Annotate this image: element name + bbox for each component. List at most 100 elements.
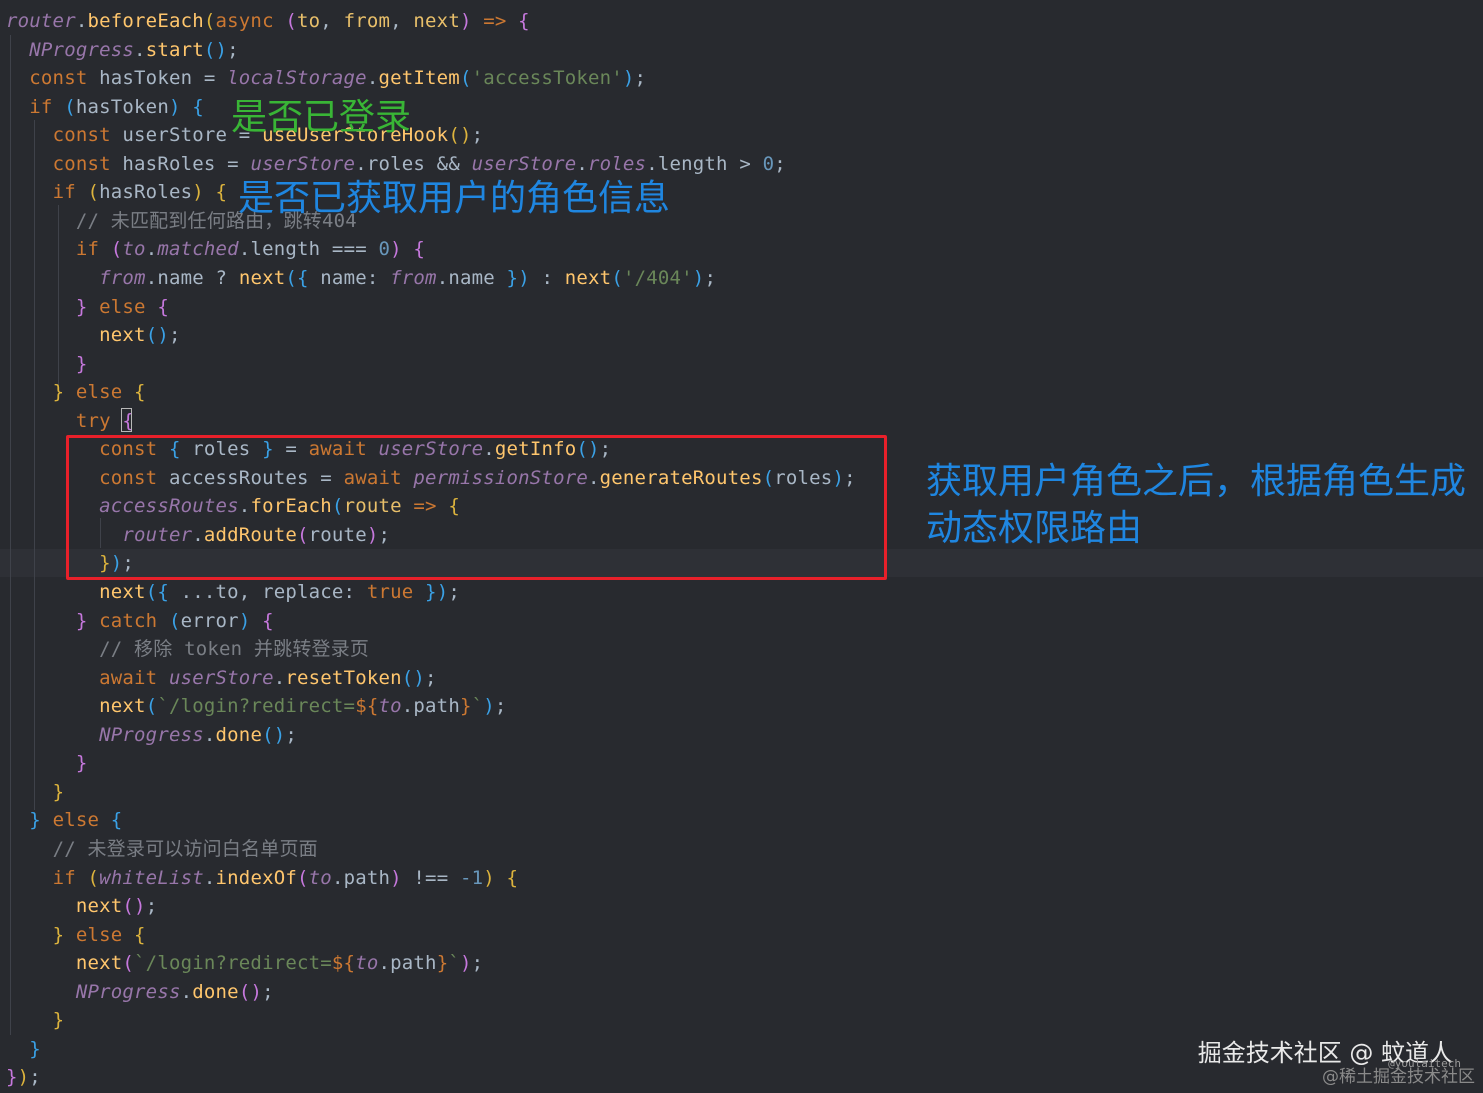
code-token: ( xyxy=(87,866,100,889)
code-token: } xyxy=(6,1066,18,1089)
code-token: . xyxy=(203,723,216,746)
annotation-dynamic-routes-line2: 动态权限路由 xyxy=(926,508,1143,549)
code-token: if xyxy=(29,95,53,118)
code-token: . xyxy=(134,38,146,61)
code-token: () xyxy=(262,723,286,746)
code-token: next xyxy=(99,581,146,603)
code-line: // 移除 token 并跳转登录页 xyxy=(6,635,369,663)
code-token: `/login?redirect= xyxy=(134,952,332,975)
code-line: if (to.matched.length === 0) { xyxy=(6,235,425,263)
code-token: ( xyxy=(297,866,309,889)
code-token: } xyxy=(75,295,88,318)
code-token: } xyxy=(29,1037,41,1060)
code-token: ( xyxy=(168,609,181,632)
code-token: done xyxy=(192,980,239,1003)
code-token: .name xyxy=(436,266,507,289)
code-token: () xyxy=(238,980,263,1003)
code-token: ( xyxy=(203,10,216,32)
code-token: else xyxy=(75,923,123,946)
code-line: next({ ...to, replace: true }); xyxy=(6,578,460,606)
code-token: const xyxy=(52,124,111,147)
code-line: } xyxy=(6,350,87,378)
code-token: } xyxy=(75,609,88,632)
code-token: } xyxy=(425,581,437,603)
code-token: whiteList xyxy=(99,866,204,889)
code-token: else xyxy=(75,381,123,404)
code-token: { xyxy=(262,609,274,632)
code-token: { xyxy=(192,95,204,118)
code-token: beforeEach xyxy=(87,10,204,32)
code-token: to xyxy=(308,866,332,889)
code-token: ; xyxy=(227,38,239,61)
code-token: done xyxy=(215,723,263,746)
code-token: () xyxy=(122,895,146,918)
code-token: ) xyxy=(622,67,635,90)
code-token: '/404' xyxy=(622,266,693,289)
code-token: { xyxy=(110,809,123,832)
highlight-box xyxy=(66,435,887,580)
code-token: { xyxy=(413,238,426,261)
code-token: ; xyxy=(168,324,181,347)
code-line: } else { xyxy=(6,293,169,321)
code-token: next xyxy=(413,10,460,32)
code-token: } xyxy=(29,809,41,832)
code-token: indexOf xyxy=(215,866,298,889)
code-token: resetToken xyxy=(285,666,402,689)
code-token: } xyxy=(52,1009,65,1032)
code-token: ; xyxy=(634,67,647,90)
code-line: } else { xyxy=(6,921,146,949)
code-line: // 未登录可以访问白名单页面 xyxy=(6,835,318,863)
code-token: ) xyxy=(459,952,472,975)
code-token: next xyxy=(99,695,146,718)
code-token: { xyxy=(157,581,169,603)
code-token: } xyxy=(52,780,65,803)
code-token: ) xyxy=(168,95,181,118)
code-token: , xyxy=(390,10,414,32)
code-line: } catch (error) { xyxy=(6,607,274,635)
code-token: ( xyxy=(285,266,298,289)
code-line: if (hasRoles) { xyxy=(6,178,227,206)
code-token: else xyxy=(99,295,146,318)
code-token: NProgress xyxy=(75,980,181,1003)
code-line: router.beforeEach(async (to, from, next)… xyxy=(6,7,530,35)
code-token: ; xyxy=(262,980,274,1003)
code-token: ; xyxy=(425,666,437,689)
code-token: () xyxy=(203,38,228,61)
code-token: to xyxy=(378,695,402,718)
code-token: () xyxy=(401,666,426,689)
code-token: ) xyxy=(692,266,705,289)
code-line: next(); xyxy=(6,321,181,349)
code-token: ( xyxy=(285,10,297,32)
code-token: const xyxy=(52,152,111,175)
code-token: getItem xyxy=(378,67,460,90)
code-token: ( xyxy=(122,952,135,975)
code-token: ) xyxy=(459,10,472,32)
code-token: 0 xyxy=(762,152,775,175)
code-line: NProgress.done(); xyxy=(6,721,297,749)
